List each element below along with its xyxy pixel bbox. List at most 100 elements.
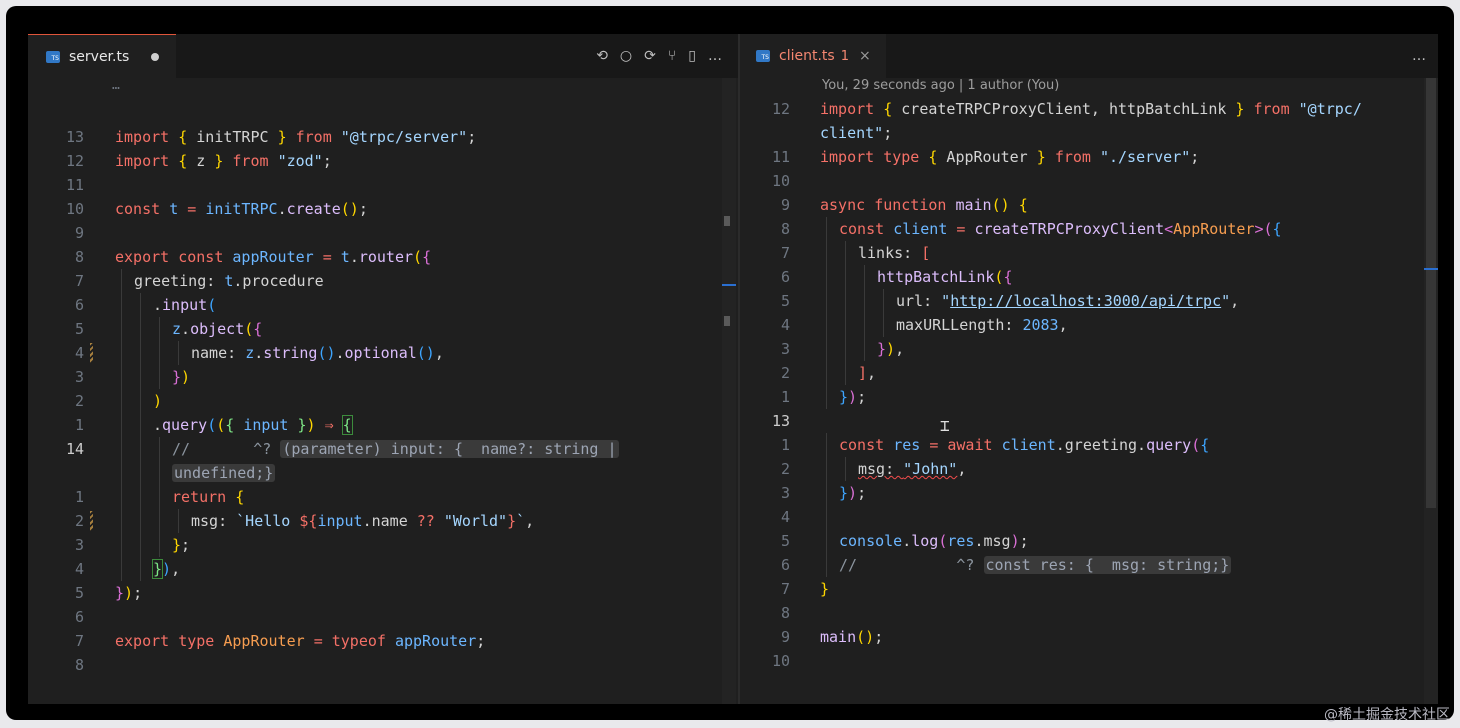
line-number[interactable]: 10 — [28, 197, 84, 221]
line-code[interactable]: maxURLLength: 2083, — [896, 313, 1068, 337]
code-line[interactable]: 2 msg: `Hello ${input.name ?? "World"}`, — [28, 509, 708, 533]
collapsed-lines-indicator[interactable]: … — [112, 78, 120, 93]
line-code[interactable]: import { createTRPCProxyClient, httpBatc… — [820, 97, 1362, 121]
code-line[interactable]: 4 name: z.string().optional(), — [28, 341, 708, 365]
line-number[interactable]: 7 — [28, 269, 84, 293]
code-line[interactable]: 9 async function main() { — [740, 193, 1420, 217]
line-code[interactable]: }); — [839, 385, 866, 409]
line-number[interactable]: 8 — [740, 217, 790, 241]
code-line[interactable]: 1 .query(({ input }) ⇒ { — [28, 413, 708, 437]
code-line[interactable]: 3}); — [740, 481, 1420, 505]
scrollbar-left[interactable] — [722, 78, 736, 704]
code-line[interactable]: 6 httpBatchLink({ — [740, 265, 1420, 289]
code-line[interactable]: 6 .input( — [28, 293, 708, 317]
tab-client-ts[interactable]: TS client.ts 1 × — [740, 34, 886, 78]
line-number[interactable]: 2 — [28, 509, 84, 533]
line-code[interactable]: .query(({ input }) ⇒ { — [153, 413, 353, 437]
line-code[interactable]: }) — [172, 365, 190, 389]
scrollbar-right[interactable] — [1424, 78, 1438, 704]
line-code[interactable]: links: [ — [858, 241, 930, 265]
line-number[interactable]: 5 — [740, 529, 790, 553]
line-number[interactable]: 8 — [740, 601, 790, 625]
more-actions-icon[interactable]: … — [708, 48, 722, 64]
code-line[interactable]: 2 msg: "John", — [740, 457, 1420, 481]
line-code[interactable]: async function main() { — [820, 193, 1028, 217]
line-code[interactable]: name: z.string().optional(), — [191, 341, 444, 365]
code-line[interactable]: 14 // ^? (parameter) input: { name?: stri… — [28, 437, 708, 461]
code-line[interactable]: 3}) — [28, 365, 708, 389]
line-number[interactable]: 10 — [740, 169, 790, 193]
line-number[interactable]: 4 — [740, 505, 790, 529]
line-code[interactable]: }), — [877, 337, 904, 361]
line-code[interactable]: .input( — [153, 293, 216, 317]
line-code[interactable]: msg: "John", — [858, 457, 966, 481]
line-number[interactable]: 11 — [28, 173, 84, 197]
line-code[interactable]: const res = await client.greeting.query(… — [839, 433, 1209, 457]
line-code[interactable]: msg: `Hello ${input.name ?? "World"}`, — [191, 509, 534, 533]
line-code[interactable]: client"; — [820, 121, 892, 145]
code-line[interactable]: 1}); — [740, 385, 1420, 409]
line-number[interactable]: 4 — [28, 557, 84, 581]
line-number[interactable]: 2 — [740, 361, 790, 385]
line-number[interactable]: 12 — [740, 97, 790, 121]
line-number[interactable]: 7 — [740, 241, 790, 265]
code-line[interactable]: undefined;} — [28, 461, 708, 485]
line-number[interactable]: 3 — [28, 365, 84, 389]
line-code[interactable]: greeting: t.procedure — [134, 269, 324, 293]
code-line[interactable]: 4}), — [28, 557, 708, 581]
split-editor-icon[interactable]: ▯ — [688, 48, 696, 64]
line-code[interactable]: ) — [153, 389, 162, 413]
code-line[interactable]: 4 maxURLLength: 2083, — [740, 313, 1420, 337]
line-code[interactable]: }; — [172, 533, 190, 557]
code-line[interactable]: 13 import { initTRPC } from "@trpc/server… — [28, 125, 708, 149]
line-number[interactable]: 3 — [740, 481, 790, 505]
code-line[interactable]: 2) — [28, 389, 708, 413]
line-code[interactable]: // ^? (parameter) input: { name?: string… — [172, 437, 619, 461]
line-number[interactable]: 10 — [740, 649, 790, 673]
line-code[interactable]: } — [820, 577, 829, 601]
line-code[interactable]: export type AppRouter = typeof appRouter… — [115, 629, 485, 653]
code-line[interactable]: 8 — [740, 601, 1420, 625]
code-line[interactable]: 13 — [740, 409, 1420, 433]
line-number[interactable]: 13 — [28, 125, 84, 149]
line-number[interactable]: 12 — [28, 149, 84, 173]
code-line[interactable]: 10 — [740, 169, 1420, 193]
code-line[interactable]: 10 const t = initTRPC.create(); — [28, 197, 708, 221]
code-line[interactable]: 11 import type { AppRouter } from "./serv… — [740, 145, 1420, 169]
code-line[interactable]: 10 — [740, 649, 1420, 673]
code-line[interactable]: 9 — [28, 221, 708, 245]
line-code[interactable]: import type { AppRouter } from "./server… — [820, 145, 1199, 169]
scrollbar-thumb[interactable] — [1426, 78, 1436, 508]
more-actions-icon[interactable]: … — [1412, 48, 1426, 64]
go-back-icon[interactable]: ⟲ — [596, 48, 608, 64]
line-number[interactable]: 14 — [28, 437, 84, 461]
code-line[interactable]: 12 import { createTRPCProxyClient, httpBa… — [740, 97, 1420, 121]
code-line[interactable]: 8 — [28, 653, 708, 677]
code-line[interactable]: 5 console.log(res.msg); — [740, 529, 1420, 553]
line-number[interactable]: 6 — [740, 553, 790, 577]
line-code[interactable]: ], — [858, 361, 876, 385]
code-line[interactable]: 6 — [28, 605, 708, 629]
code-line[interactable]: 1 const res = await client.greeting.query… — [740, 433, 1420, 457]
code-line[interactable]: 7 links: [ — [740, 241, 1420, 265]
unsaved-dot-icon[interactable] — [151, 53, 160, 61]
line-number[interactable]: 9 — [740, 625, 790, 649]
line-code[interactable]: // ^? const res: { msg: string;} — [839, 553, 1232, 577]
line-code[interactable]: import { initTRPC } from "@trpc/server"; — [115, 125, 476, 149]
line-number[interactable]: 9 — [28, 221, 84, 245]
line-code[interactable]: return { — [172, 485, 244, 509]
git-blame-annotation[interactable]: You, 29 seconds ago | 1 author (You) — [822, 78, 1059, 93]
code-line[interactable]: 2], — [740, 361, 1420, 385]
line-number[interactable]: 1 — [740, 385, 790, 409]
line-number[interactable]: 1 — [28, 413, 84, 437]
line-number[interactable]: 6 — [740, 265, 790, 289]
code-line[interactable]: 5 url: "http://localhost:3000/api/trpc", — [740, 289, 1420, 313]
line-code[interactable]: httpBatchLink({ — [877, 265, 1012, 289]
line-number[interactable]: 9 — [740, 193, 790, 217]
close-tab-icon[interactable]: × — [859, 48, 871, 64]
code-line[interactable]: 3}; — [28, 533, 708, 557]
line-number[interactable]: 1 — [740, 433, 790, 457]
line-number[interactable]: 8 — [28, 245, 84, 269]
line-code[interactable]: z.object({ — [172, 317, 262, 341]
code-line[interactable]: 1 return { — [28, 485, 708, 509]
